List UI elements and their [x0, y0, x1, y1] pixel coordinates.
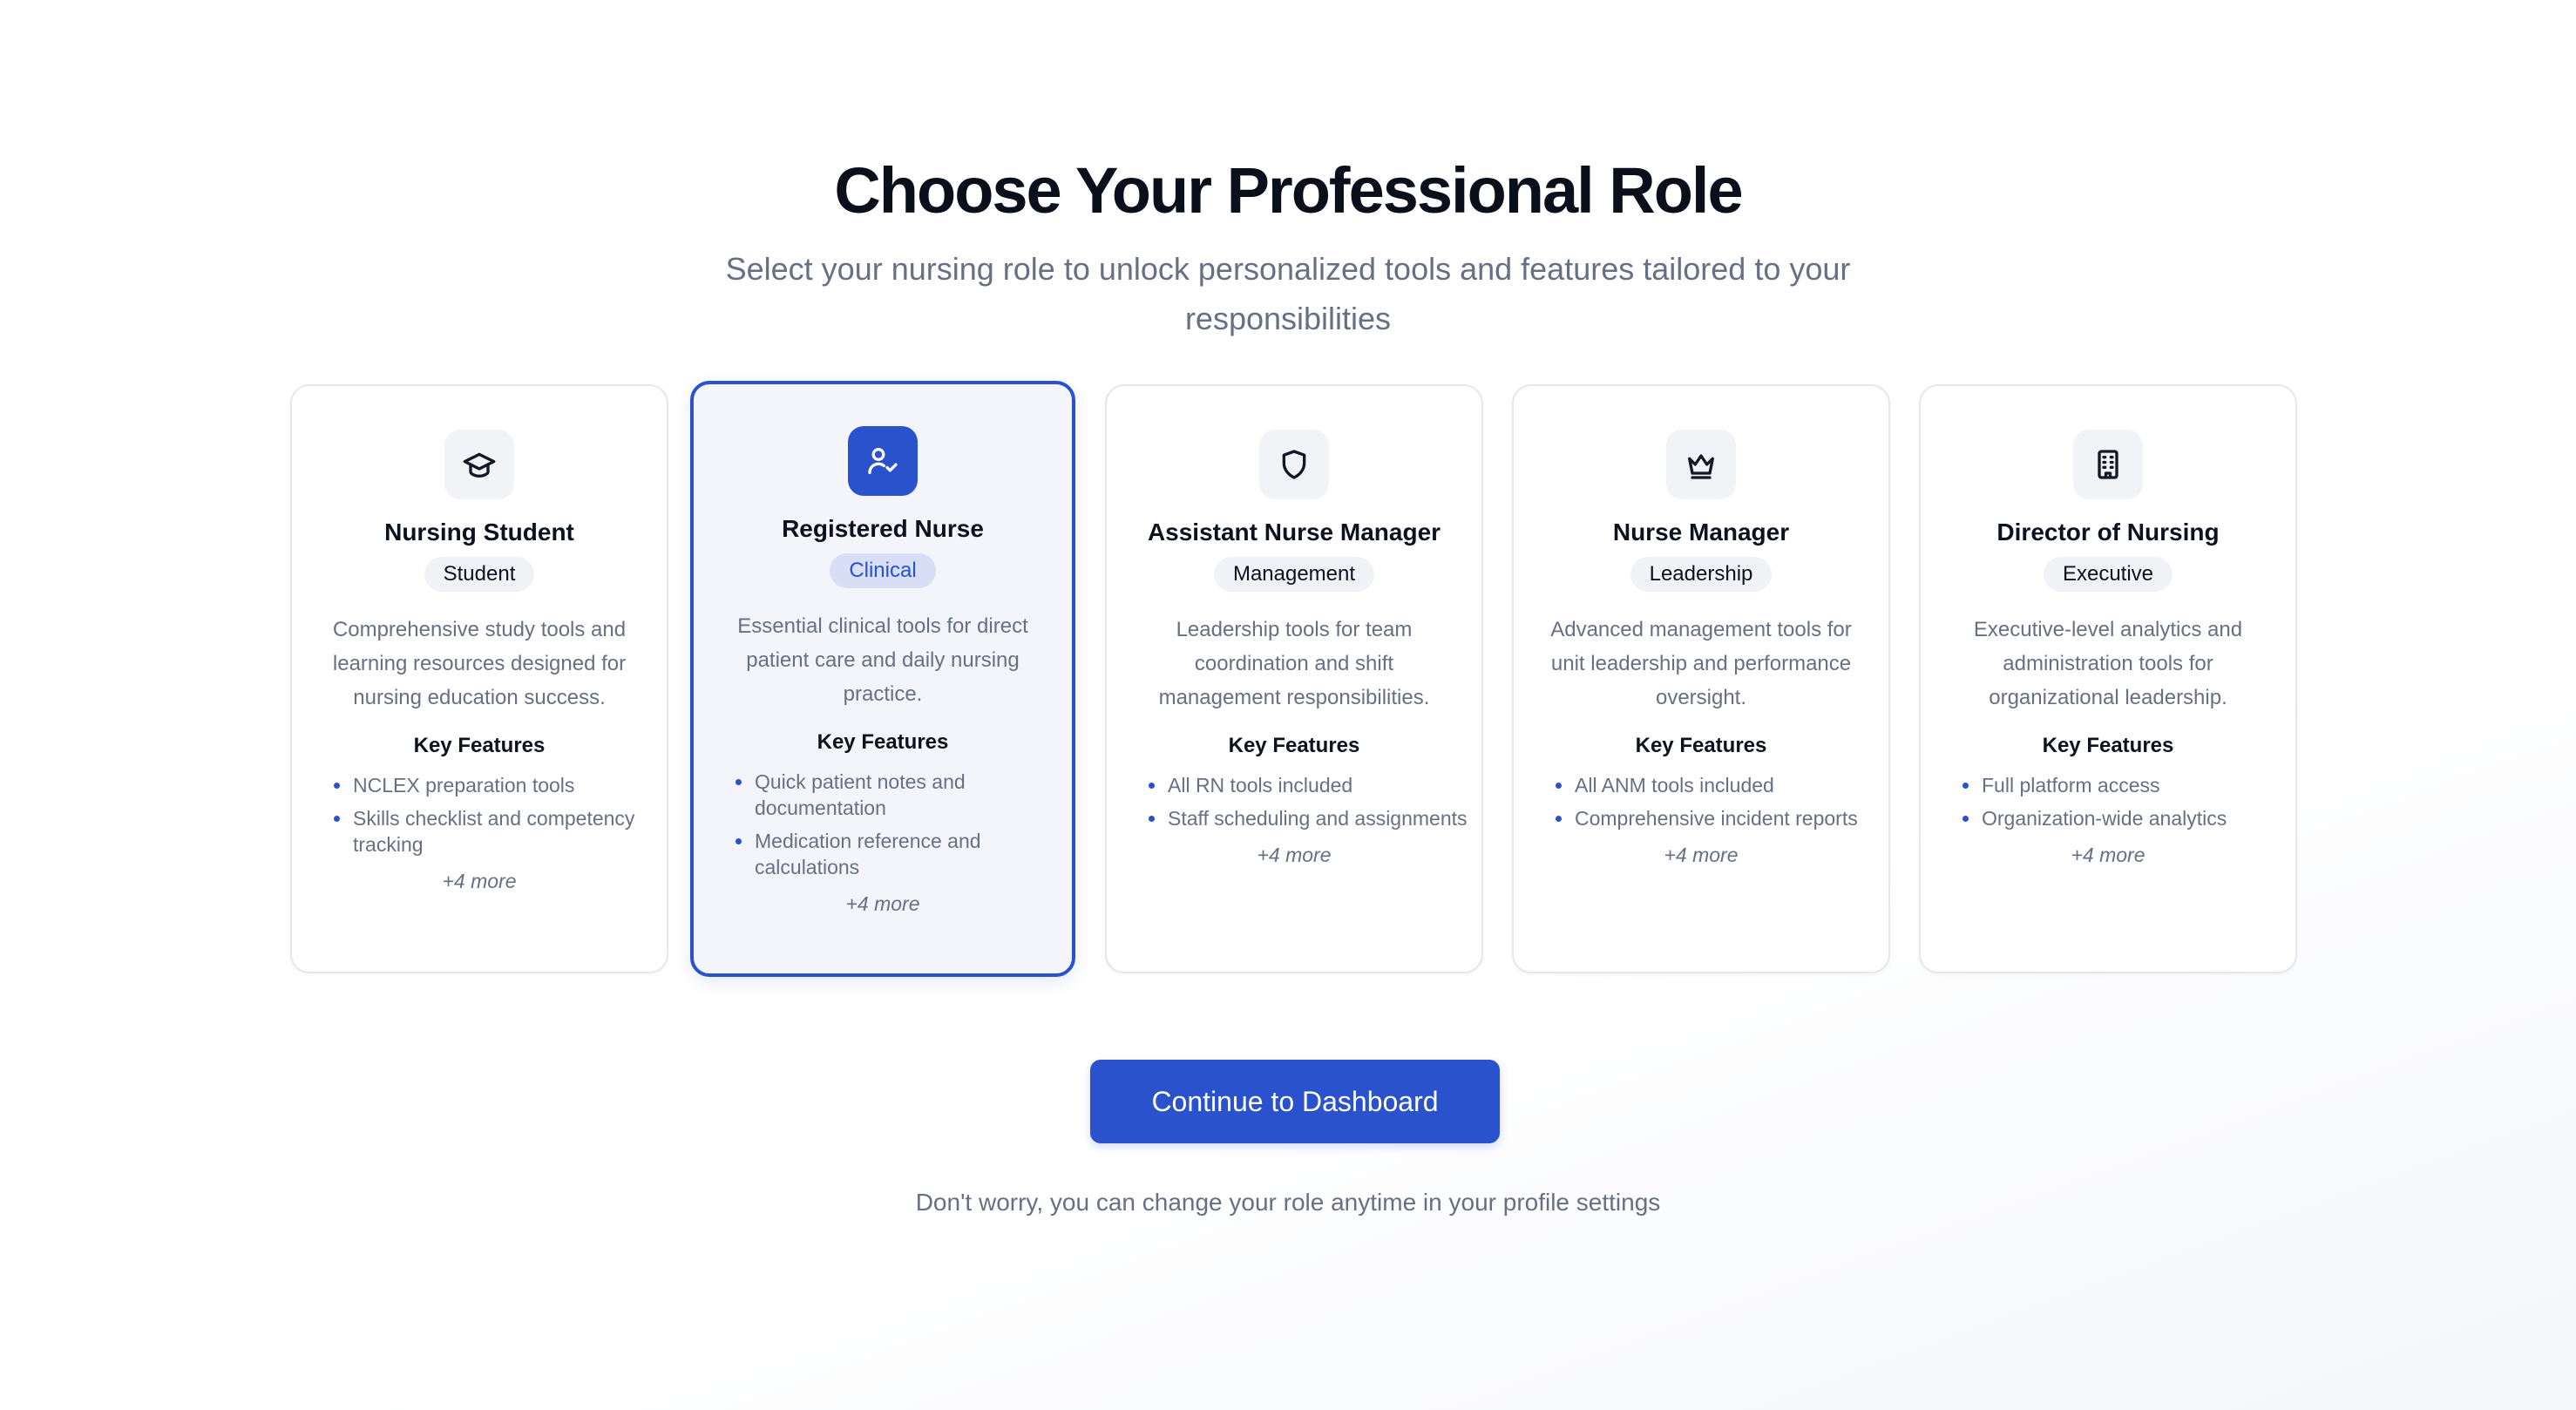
role-card-nursing-student[interactable]: Nursing Student Student Comprehensive st… — [290, 384, 668, 973]
key-features-heading: Key Features — [2042, 734, 2174, 757]
graduation-cap-icon — [463, 452, 496, 478]
role-card-nurse-manager[interactable]: Nurse Manager Leadership Advanced manage… — [1512, 384, 1890, 973]
role-icon-container — [1666, 430, 1736, 499]
feature-item: Skills checklist and competency tracking — [334, 805, 667, 858]
role-description: Comprehensive study tools and learning r… — [332, 618, 627, 709]
feature-item: All RN tools included — [1149, 772, 1481, 798]
more-features-label: +4 more — [442, 870, 517, 892]
role-badge: Clinical — [830, 553, 936, 588]
feature-list: Full platform access Organization-wide a… — [1921, 772, 2295, 831]
feature-item: Comprehensive incident reports — [1556, 805, 1888, 831]
more-features-label: +4 more — [845, 892, 920, 915]
role-description: Executive-level analytics and administra… — [1973, 618, 2243, 709]
page-title: Choose Your Professional Role — [834, 154, 1743, 227]
shield-icon — [1282, 450, 1306, 479]
role-badge: Management — [1213, 557, 1375, 592]
more-features-label: +4 more — [1257, 844, 1332, 866]
role-card-director-of-nursing[interactable]: Director of Nursing Executive Executive-… — [1919, 384, 2297, 973]
continue-to-dashboard-button[interactable]: Continue to Dashboard — [1090, 1060, 1500, 1143]
feature-item: NCLEX preparation tools — [334, 772, 667, 798]
key-features-heading: Key Features — [1228, 734, 1360, 757]
role-icon-container — [444, 430, 514, 499]
key-features-heading: Key Features — [1635, 734, 1767, 757]
card-content: Registered Nurse Clinical Essential clin… — [694, 384, 1072, 917]
card-content: Assistant Nurse Manager Management Leade… — [1107, 386, 1481, 868]
role-selection-page: Choose Your Professional Role Select you… — [0, 0, 2576, 1410]
feature-list: All RN tools included Staff scheduling a… — [1107, 772, 1481, 831]
role-badge: Leadership — [1630, 557, 1773, 592]
feature-list: Quick patient notes and documentation Me… — [694, 769, 1072, 880]
role-title: Assistant Nurse Manager — [1147, 519, 1441, 546]
card-content: Nursing Student Student Comprehensive st… — [292, 386, 667, 894]
card-content: Director of Nursing Executive Executive-… — [1921, 386, 2295, 868]
role-title: Director of Nursing — [1996, 519, 2220, 546]
role-icon-container — [2073, 430, 2143, 499]
role-description: Leadership tools for team coordination a… — [1158, 618, 1430, 709]
feature-list: NCLEX preparation tools Skills checklist… — [292, 772, 667, 858]
card-content: Nurse Manager Leadership Advanced manage… — [1514, 386, 1888, 868]
role-title: Nurse Manager — [1612, 519, 1790, 546]
user-check-icon — [868, 448, 898, 474]
page-subtitle: Select your nursing role to unlock perso… — [725, 251, 1851, 336]
feature-item: Full platform access — [1963, 772, 2295, 798]
key-features-heading: Key Features — [413, 734, 546, 757]
building-icon — [2098, 450, 2118, 479]
feature-item: Organization-wide analytics — [1963, 805, 2295, 831]
feature-item: Quick patient notes and documentation — [736, 769, 1072, 821]
role-card-assistant-nurse-manager[interactable]: Assistant Nurse Manager Management Leade… — [1105, 384, 1483, 973]
role-cards: Nursing Student Student Comprehensive st… — [290, 381, 2298, 977]
key-features-heading: Key Features — [817, 730, 949, 754]
role-change-note: Don't worry, you can change your role an… — [915, 1189, 1661, 1216]
feature-item: Medication reference and calculations — [736, 828, 1072, 880]
more-features-label: +4 more — [1664, 844, 1739, 866]
role-title: Registered Nurse — [782, 515, 984, 542]
role-icon-container — [848, 426, 918, 496]
feature-item: All ANM tools included — [1556, 772, 1888, 798]
role-icon-container — [1259, 430, 1329, 499]
role-badge: Student — [424, 557, 535, 592]
feature-list: All ANM tools included Comprehensive inc… — [1514, 772, 1888, 831]
crown-icon — [1688, 454, 1714, 479]
more-features-label: +4 more — [2071, 844, 2146, 866]
role-card-registered-nurse[interactable]: Registered Nurse Clinical Essential clin… — [690, 381, 1075, 977]
feature-item: Staff scheduling and assignments — [1149, 805, 1481, 831]
role-badge: Executive — [2043, 557, 2173, 592]
role-description: Advanced management tools for unit leade… — [1550, 618, 1852, 709]
role-description: Essential clinical tools for direct pati… — [737, 614, 1028, 706]
role-title: Nursing Student — [384, 519, 574, 546]
